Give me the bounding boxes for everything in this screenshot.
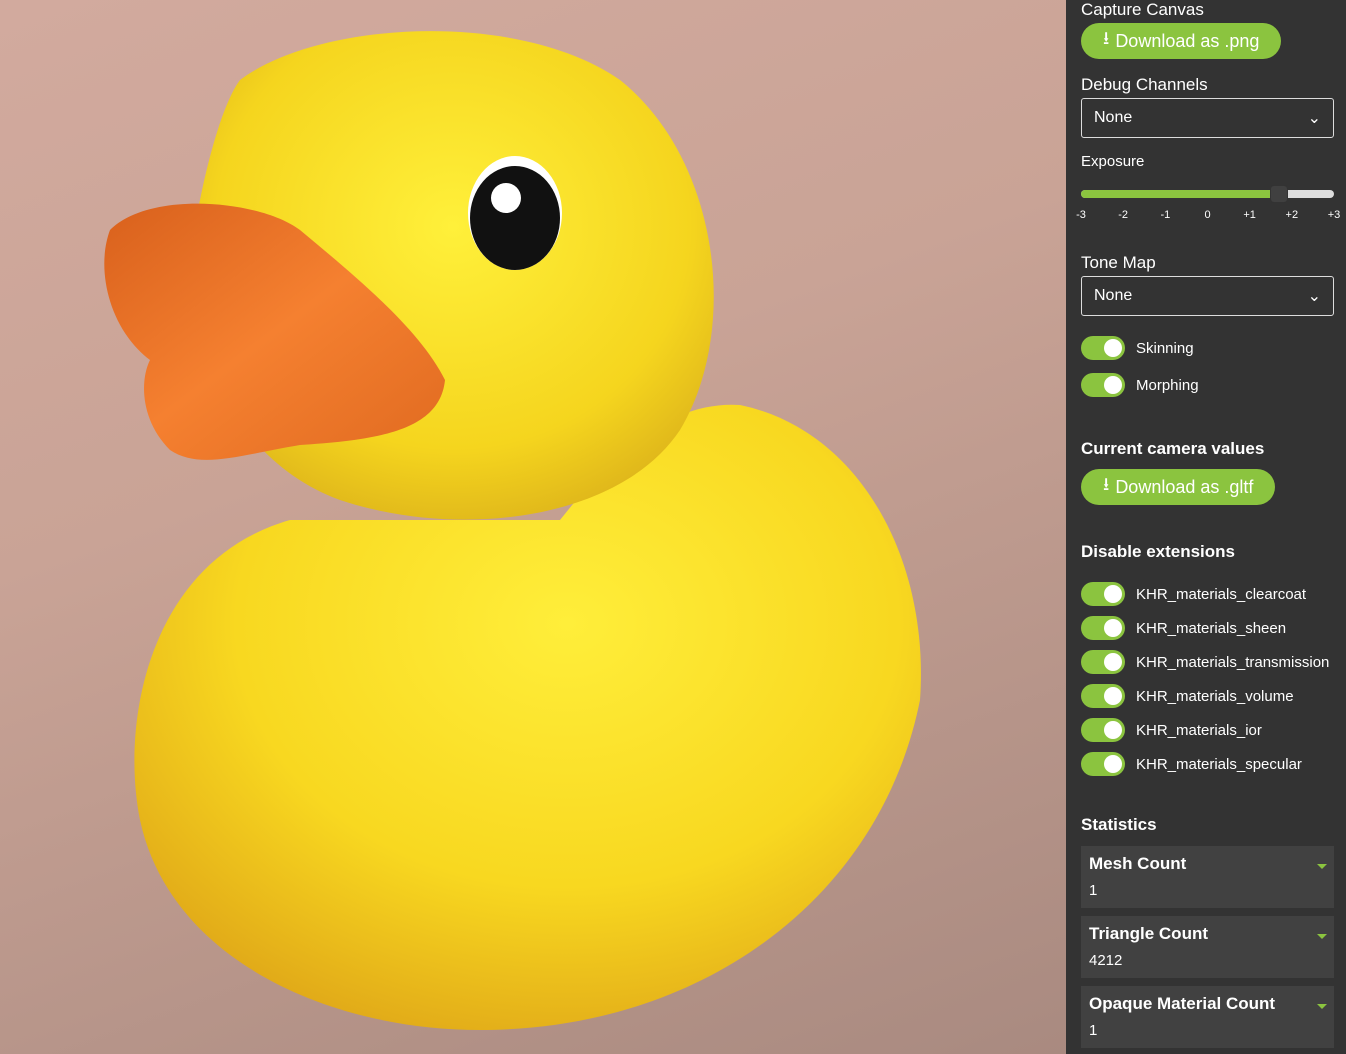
toggle-switch[interactable] [1081, 582, 1125, 606]
download-gltf-label: Download as .gltf [1115, 476, 1254, 497]
extension-toggle[interactable]: KHR_materials_ior [1081, 718, 1262, 742]
toggle-switch[interactable] [1081, 616, 1125, 640]
capture-canvas-heading: Capture Canvas [1081, 0, 1204, 19]
tone-map-select[interactable]: None ⌄ [1081, 276, 1334, 316]
toggle-switch[interactable] [1081, 684, 1125, 708]
caret-down-icon[interactable] [1317, 1004, 1327, 1009]
tick-label: -2 [1118, 209, 1129, 221]
toggle-switch[interactable] [1081, 752, 1125, 776]
caret-down-icon[interactable] [1317, 934, 1327, 939]
download-icon: ⭳ [1103, 28, 1110, 48]
tick-label: +1 [1243, 209, 1256, 221]
stat-card[interactable]: Mesh Count 1 [1081, 846, 1334, 908]
debug-channels-value: None [1094, 109, 1133, 126]
stat-card[interactable]: Triangle Count 4212 [1081, 916, 1334, 978]
tick-label: +2 [1285, 209, 1299, 221]
toggle-label: Skinning [1136, 339, 1194, 357]
extension-toggle[interactable]: KHR_materials_specular [1081, 752, 1302, 776]
3d-viewport-canvas[interactable] [0, 0, 1066, 1054]
toggle-switch[interactable] [1081, 336, 1125, 360]
download-png-label: Download as .png [1115, 30, 1260, 51]
duck-model [104, 31, 921, 1031]
exposure-slider-thumb[interactable] [1270, 185, 1289, 203]
toggle-label: KHR_materials_ior [1136, 721, 1262, 739]
tick-label: +3 [1327, 209, 1341, 221]
stat-label: Triangle Count [1089, 924, 1208, 943]
tick-label: 0 [1204, 209, 1211, 221]
toggle-switch[interactable] [1081, 373, 1125, 397]
toggle-label: KHR_materials_volume [1136, 687, 1294, 705]
debug-channels-select[interactable]: None ⌄ [1081, 98, 1334, 138]
tone-map-heading: Tone Map [1081, 253, 1156, 272]
skinning-toggle[interactable]: Skinning [1081, 336, 1194, 360]
camera-heading: Current camera values [1081, 439, 1265, 458]
toggle-label: KHR_materials_transmission [1136, 653, 1330, 671]
debug-channels-heading: Debug Channels [1081, 75, 1208, 94]
extension-toggle[interactable]: KHR_materials_clearcoat [1081, 582, 1306, 606]
exposure-slider[interactable] [1081, 185, 1334, 203]
statistics-heading: Statistics [1081, 815, 1157, 834]
download-gltf-button[interactable]: ⭳ Download as .gltf [1081, 469, 1276, 505]
stat-label: Opaque Material Count [1089, 994, 1276, 1013]
tick-label: -1 [1160, 209, 1171, 221]
settings-panel: Capture Canvas ⭳ Download as .png Debug C… [1066, 0, 1346, 1054]
stat-value: 1 [1089, 1022, 1098, 1039]
stat-value: 4212 [1089, 952, 1123, 969]
download-png-button[interactable]: ⭳ Download as .png [1081, 23, 1282, 59]
extension-toggle[interactable]: KHR_materials_sheen [1081, 616, 1286, 640]
chevron-down-icon: ⌄ [1307, 110, 1321, 127]
stat-value: 1 [1089, 882, 1098, 899]
toggle-switch[interactable] [1081, 718, 1125, 742]
chevron-down-icon: ⌄ [1307, 288, 1321, 305]
toggle-label: KHR_materials_sheen [1136, 619, 1287, 637]
extension-toggle[interactable]: KHR_materials_volume [1081, 684, 1294, 708]
extensions-heading: Disable extensions [1081, 542, 1236, 561]
tick-label: -3 [1076, 209, 1086, 221]
exposure-label: Exposure [1081, 153, 1145, 170]
download-icon: ⭳ [1103, 474, 1110, 494]
toggle-label: KHR_materials_specular [1136, 755, 1302, 773]
caret-down-icon[interactable] [1317, 864, 1327, 869]
toggle-label: Morphing [1136, 376, 1199, 394]
toggle-switch[interactable] [1081, 650, 1125, 674]
toggle-label: KHR_materials_clearcoat [1136, 585, 1307, 603]
stat-label: Mesh Count [1089, 854, 1187, 873]
morphing-toggle[interactable]: Morphing [1081, 373, 1199, 397]
tone-map-value: None [1094, 287, 1133, 304]
stat-card[interactable]: Opaque Material Count 1 [1081, 986, 1334, 1048]
extension-toggle[interactable]: KHR_materials_transmission [1081, 650, 1329, 674]
